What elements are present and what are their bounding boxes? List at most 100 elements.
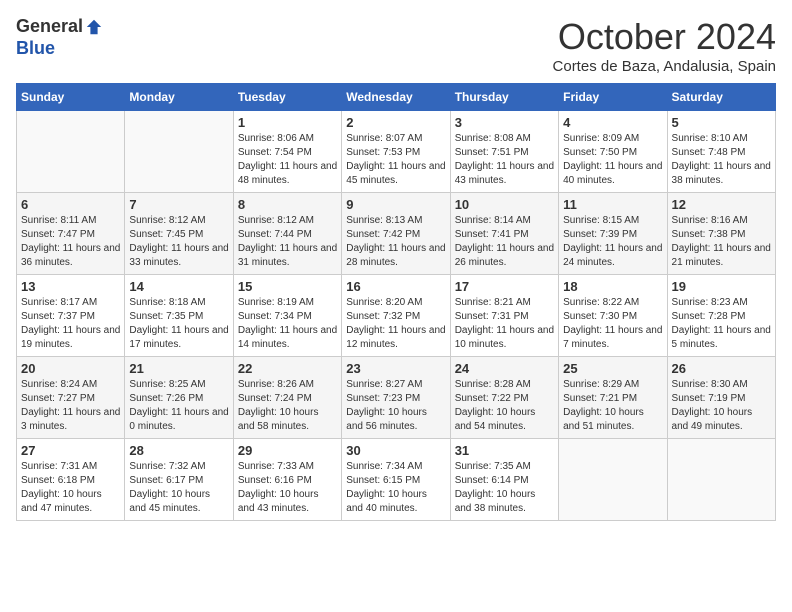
day-number: 12	[672, 197, 771, 212]
calendar-week-row: 13 Sunrise: 8:17 AM Sunset: 7:37 PM Dayli…	[17, 275, 776, 357]
day-number: 22	[238, 361, 337, 376]
day-number: 1	[238, 115, 337, 130]
cell-info: Sunrise: 8:24 AM Sunset: 7:27 PM Dayligh…	[21, 378, 120, 434]
calendar-header-row: SundayMondayTuesdayWednesdayThursdayFrid…	[17, 84, 776, 111]
cell-info: Sunrise: 8:12 AM Sunset: 7:44 PM Dayligh…	[238, 214, 337, 270]
page-header: General Blue October 2024 Cortes de Baza…	[16, 16, 776, 75]
day-number: 30	[346, 443, 445, 458]
day-number: 14	[129, 279, 228, 294]
day-number: 24	[455, 361, 554, 376]
cell-info: Sunrise: 7:33 AM Sunset: 6:16 PM Dayligh…	[238, 460, 337, 516]
calendar-cell: 9Sunrise: 8:13 AM Sunset: 7:42 PM Daylig…	[342, 193, 450, 275]
calendar-cell: 26Sunrise: 8:30 AM Sunset: 7:19 PM Dayli…	[667, 357, 775, 439]
logo-general: General	[16, 16, 83, 38]
calendar-cell: 17 Sunrise: 8:21 AM Sunset: 7:31 PM Dayli…	[450, 275, 558, 357]
calendar-cell	[559, 439, 667, 521]
cell-info: Sunrise: 8:14 AM Sunset: 7:41 PM Dayligh…	[455, 214, 554, 270]
cell-info: Sunrise: 8:07 AM Sunset: 7:53 PM Dayligh…	[346, 132, 445, 188]
day-number: 4	[563, 115, 662, 130]
cell-info: Sunrise: 8:08 AM Sunset: 7:51 PM Dayligh…	[455, 132, 554, 188]
logo-blue: Blue	[16, 38, 55, 58]
cell-info: Sunrise: 8:09 AM Sunset: 7:50 PM Dayligh…	[563, 132, 662, 188]
day-number: 20	[21, 361, 120, 376]
day-header-saturday: Saturday	[667, 84, 775, 111]
calendar-cell: 24 Sunrise: 8:28 AM Sunset: 7:22 PM Dayli…	[450, 357, 558, 439]
cell-info: Sunrise: 8:16 AM Sunset: 7:38 PM Dayligh…	[672, 214, 771, 270]
day-number: 29	[238, 443, 337, 458]
cell-info: Sunrise: 8:27 AM Sunset: 7:23 PM Dayligh…	[346, 378, 445, 434]
day-header-thursday: Thursday	[450, 84, 558, 111]
calendar-cell: 3 Sunrise: 8:08 AM Sunset: 7:51 PM Daylig…	[450, 111, 558, 193]
calendar-cell: 21 Sunrise: 8:25 AM Sunset: 7:26 PM Dayli…	[125, 357, 233, 439]
cell-info: Sunrise: 8:21 AM Sunset: 7:31 PM Dayligh…	[455, 296, 554, 352]
calendar-cell: 30 Sunrise: 7:34 AM Sunset: 6:15 PM Dayli…	[342, 439, 450, 521]
day-number: 8	[238, 197, 337, 212]
cell-info: Sunrise: 8:12 AM Sunset: 7:45 PM Dayligh…	[129, 214, 228, 270]
calendar-cell: 1 Sunrise: 8:06 AM Sunset: 7:54 PM Daylig…	[233, 111, 341, 193]
day-number: 23	[346, 361, 445, 376]
cell-info: Sunrise: 7:35 AM Sunset: 6:14 PM Dayligh…	[455, 460, 554, 516]
calendar-cell	[125, 111, 233, 193]
day-header-sunday: Sunday	[17, 84, 125, 111]
cell-info: Sunrise: 8:25 AM Sunset: 7:26 PM Dayligh…	[129, 378, 228, 434]
calendar-week-row: 20 Sunrise: 8:24 AM Sunset: 7:27 PM Dayli…	[17, 357, 776, 439]
calendar-cell: 18 Sunrise: 8:22 AM Sunset: 7:30 PM Dayli…	[559, 275, 667, 357]
day-header-wednesday: Wednesday	[342, 84, 450, 111]
cell-info: Sunrise: 8:06 AM Sunset: 7:54 PM Dayligh…	[238, 132, 337, 188]
cell-info: Sunrise: 8:10 AM Sunset: 7:48 PM Dayligh…	[672, 132, 771, 188]
cell-info: Sunrise: 8:19 AM Sunset: 7:34 PM Dayligh…	[238, 296, 337, 352]
day-number: 17	[455, 279, 554, 294]
calendar-cell: 25 Sunrise: 8:29 AM Sunset: 7:21 PM Dayli…	[559, 357, 667, 439]
location-subtitle: Cortes de Baza, Andalusia, Spain	[553, 58, 776, 75]
calendar-cell: 14Sunrise: 8:18 AM Sunset: 7:35 PM Dayli…	[125, 275, 233, 357]
day-header-monday: Monday	[125, 84, 233, 111]
calendar-week-row: 1 Sunrise: 8:06 AM Sunset: 7:54 PM Daylig…	[17, 111, 776, 193]
day-number: 3	[455, 115, 554, 130]
calendar-body: 1 Sunrise: 8:06 AM Sunset: 7:54 PM Daylig…	[17, 111, 776, 521]
calendar-cell: 16 Sunrise: 8:20 AM Sunset: 7:32 PM Dayli…	[342, 275, 450, 357]
cell-info: Sunrise: 8:17 AM Sunset: 7:37 PM Dayligh…	[21, 296, 120, 352]
day-number: 19	[672, 279, 771, 294]
day-number: 5	[672, 115, 771, 130]
cell-info: Sunrise: 7:34 AM Sunset: 6:15 PM Dayligh…	[346, 460, 445, 516]
calendar-cell: 12 Sunrise: 8:16 AM Sunset: 7:38 PM Dayli…	[667, 193, 775, 275]
calendar-cell: 20 Sunrise: 8:24 AM Sunset: 7:27 PM Dayli…	[17, 357, 125, 439]
calendar-cell: 22 Sunrise: 8:26 AM Sunset: 7:24 PM Dayli…	[233, 357, 341, 439]
day-number: 27	[21, 443, 120, 458]
calendar-cell: 15 Sunrise: 8:19 AM Sunset: 7:34 PM Dayli…	[233, 275, 341, 357]
calendar-week-row: 27 Sunrise: 7:31 AM Sunset: 6:18 PM Dayli…	[17, 439, 776, 521]
day-number: 18	[563, 279, 662, 294]
cell-info: Sunrise: 7:31 AM Sunset: 6:18 PM Dayligh…	[21, 460, 120, 516]
calendar-cell: 23 Sunrise: 8:27 AM Sunset: 7:23 PM Dayli…	[342, 357, 450, 439]
cell-info: Sunrise: 8:28 AM Sunset: 7:22 PM Dayligh…	[455, 378, 554, 434]
day-number: 25	[563, 361, 662, 376]
calendar-cell: 28 Sunrise: 7:32 AM Sunset: 6:17 PM Dayli…	[125, 439, 233, 521]
day-number: 26	[672, 361, 771, 376]
cell-info: Sunrise: 8:22 AM Sunset: 7:30 PM Dayligh…	[563, 296, 662, 352]
month-title: October 2024	[553, 16, 776, 58]
day-number: 15	[238, 279, 337, 294]
calendar-cell: 19Sunrise: 8:23 AM Sunset: 7:28 PM Dayli…	[667, 275, 775, 357]
cell-info: Sunrise: 8:20 AM Sunset: 7:32 PM Dayligh…	[346, 296, 445, 352]
logo-icon	[85, 18, 103, 36]
day-number: 28	[129, 443, 228, 458]
calendar-cell: 31Sunrise: 7:35 AM Sunset: 6:14 PM Dayli…	[450, 439, 558, 521]
day-number: 21	[129, 361, 228, 376]
day-header-friday: Friday	[559, 84, 667, 111]
calendar-week-row: 6 Sunrise: 8:11 AM Sunset: 7:47 PM Daylig…	[17, 193, 776, 275]
cell-info: Sunrise: 8:11 AM Sunset: 7:47 PM Dayligh…	[21, 214, 120, 270]
day-number: 6	[21, 197, 120, 212]
day-number: 11	[563, 197, 662, 212]
cell-info: Sunrise: 8:29 AM Sunset: 7:21 PM Dayligh…	[563, 378, 662, 434]
cell-info: Sunrise: 8:26 AM Sunset: 7:24 PM Dayligh…	[238, 378, 337, 434]
day-number: 7	[129, 197, 228, 212]
day-number: 13	[21, 279, 120, 294]
day-header-tuesday: Tuesday	[233, 84, 341, 111]
title-block: October 2024 Cortes de Baza, Andalusia, …	[553, 16, 776, 75]
day-number: 16	[346, 279, 445, 294]
cell-info: Sunrise: 8:15 AM Sunset: 7:39 PM Dayligh…	[563, 214, 662, 270]
calendar-cell: 7 Sunrise: 8:12 AM Sunset: 7:45 PM Daylig…	[125, 193, 233, 275]
calendar-cell: 8 Sunrise: 8:12 AM Sunset: 7:44 PM Daylig…	[233, 193, 341, 275]
cell-info: Sunrise: 7:32 AM Sunset: 6:17 PM Dayligh…	[129, 460, 228, 516]
day-number: 9	[346, 197, 445, 212]
